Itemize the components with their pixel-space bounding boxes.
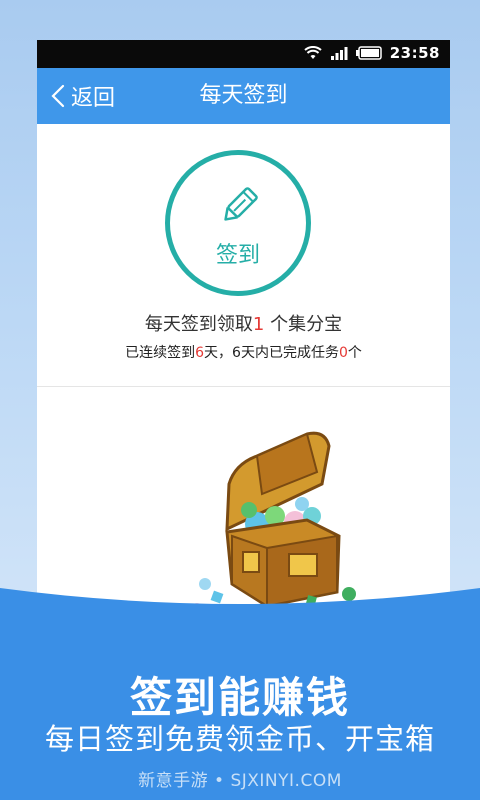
checkin-panel: 签到 每天签到领取1 个集分宝 已连续签到6天，6天内已完成任务0个 (37, 124, 450, 640)
status-icons: 23:58 (304, 44, 440, 62)
status-bar: 23:58 (37, 40, 450, 68)
reward-prefix: 每天签到领取 (144, 314, 253, 335)
streak-days: 6 (195, 345, 205, 361)
divider (37, 386, 450, 387)
page-title: 每天签到 (199, 83, 288, 108)
streak-prefix: 已连续签到 (125, 345, 196, 361)
battery-icon (355, 46, 382, 60)
reward-count: 1 (252, 314, 265, 335)
checkin-label: 签到 (215, 243, 260, 268)
wifi-icon (304, 46, 322, 59)
streak-mid: 天，6天内已完成任务 (204, 345, 339, 361)
reward-text: 每天签到领取1 个集分宝 (37, 310, 450, 336)
status-time: 23:58 (389, 44, 440, 62)
pencil-icon (224, 187, 258, 221)
watermark: 新意手游 • SJXINYI.COM (138, 771, 342, 791)
streak-text: 已连续签到6天，6天内已完成任务0个 (37, 342, 450, 362)
signal-icon (330, 47, 348, 60)
tasks-done: 0 (338, 345, 348, 361)
treasure-chest-icon (192, 431, 356, 614)
reward-suffix: 个集分宝 (264, 314, 343, 335)
tasks-suffix: 个 (347, 345, 362, 361)
phone-screen: 23:58 返回 每天签到 签到 每天签到领取1 个集分宝 已连续签到6天，6天… (37, 40, 450, 640)
checkin-button[interactable]: 签到 (165, 150, 311, 296)
navbar: 返回 每天签到 (37, 68, 450, 124)
promo-subline: 每日签到免费领金币、开宝箱 (44, 722, 435, 756)
